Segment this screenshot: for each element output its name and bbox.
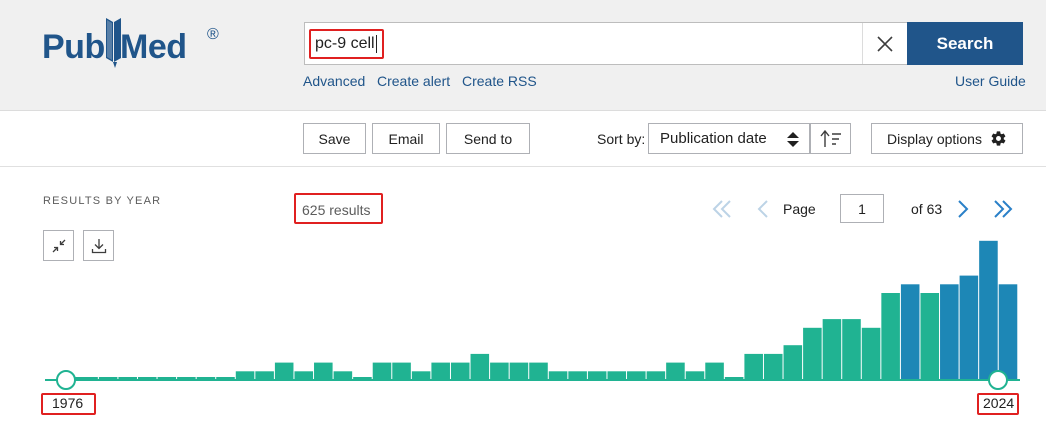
histogram-bar-2021[interactable] bbox=[940, 284, 959, 380]
histogram-bar-1994[interactable] bbox=[411, 371, 431, 380]
sort-by-label: Sort by: bbox=[597, 131, 646, 147]
sort-order-icon bbox=[819, 129, 841, 147]
histogram-bar-1993[interactable] bbox=[392, 362, 411, 380]
histogram-bar-1989[interactable] bbox=[314, 362, 333, 380]
clear-search-button[interactable] bbox=[862, 23, 906, 64]
logo-med-text: Med bbox=[120, 28, 187, 66]
histogram-bar-1988[interactable] bbox=[294, 371, 314, 380]
timeline-start-handle[interactable] bbox=[56, 370, 76, 390]
chevron-right-icon bbox=[958, 200, 969, 218]
sort-by-value: Publication date bbox=[660, 130, 767, 147]
histogram-bar-1987[interactable] bbox=[274, 362, 294, 380]
histogram-bar-2015[interactable] bbox=[822, 319, 842, 380]
send-to-button[interactable]: Send to bbox=[446, 123, 530, 154]
page-label: Page bbox=[783, 201, 816, 217]
timeline-end-handle[interactable] bbox=[988, 370, 1008, 390]
histogram-bar-1995[interactable] bbox=[431, 362, 450, 380]
double-chevron-left-icon bbox=[712, 200, 731, 218]
histogram-bar-2023[interactable] bbox=[979, 240, 998, 380]
email-button[interactable]: Email bbox=[372, 123, 440, 154]
histogram-bar-2014[interactable] bbox=[803, 327, 822, 380]
save-button[interactable]: Save bbox=[303, 123, 366, 154]
histogram-bar-1985[interactable] bbox=[235, 371, 255, 380]
histogram-bar-2006[interactable] bbox=[646, 371, 666, 380]
histogram-bar-2018[interactable] bbox=[881, 293, 900, 380]
pubmed-logo[interactable]: Pub Med ® bbox=[40, 16, 230, 76]
results-by-year-heading: RESULTS BY YEAR bbox=[43, 195, 162, 207]
histogram-bar-2013[interactable] bbox=[783, 345, 803, 380]
close-icon bbox=[876, 35, 893, 52]
timeline-end-year: 2024 bbox=[983, 395, 1015, 411]
next-page-button[interactable] bbox=[950, 196, 976, 222]
double-chevron-right-icon bbox=[994, 200, 1013, 218]
histogram-bar-1997[interactable] bbox=[470, 353, 490, 380]
timeline-start-year: 1976 bbox=[52, 395, 84, 411]
histogram-bar-2008[interactable] bbox=[685, 371, 705, 380]
histogram-bar-2007[interactable] bbox=[666, 362, 685, 380]
create-alert-link[interactable]: Create alert bbox=[377, 73, 450, 89]
last-page-button[interactable] bbox=[990, 196, 1016, 222]
gear-icon bbox=[991, 131, 1006, 146]
histogram-bar-2020[interactable] bbox=[920, 293, 940, 380]
total-pages: of 63 bbox=[911, 201, 943, 217]
header: Pub Med ® Search Advanced Create alert C… bbox=[0, 0, 1046, 111]
previous-page-button[interactable] bbox=[750, 196, 776, 222]
first-page-button[interactable] bbox=[709, 196, 735, 222]
search-button[interactable]: Search bbox=[907, 22, 1023, 65]
histogram-bar-2012[interactable] bbox=[763, 353, 783, 380]
text-caret bbox=[376, 35, 377, 53]
results-by-year-histogram bbox=[45, 240, 1020, 390]
search-box[interactable] bbox=[304, 22, 908, 65]
page-number-input[interactable] bbox=[840, 194, 884, 223]
user-guide-link[interactable]: User Guide bbox=[955, 73, 1026, 89]
histogram-bar-2001[interactable] bbox=[548, 371, 568, 380]
chevron-left-icon bbox=[757, 200, 768, 218]
sort-order-button[interactable] bbox=[810, 123, 851, 154]
toolbar-divider bbox=[0, 166, 1046, 167]
histogram-bar-2022[interactable] bbox=[959, 275, 979, 380]
select-arrows-icon bbox=[787, 132, 799, 147]
histogram-bar-2016[interactable] bbox=[842, 319, 861, 380]
sort-by-select[interactable]: Publication date bbox=[648, 123, 810, 154]
histogram-bar-2017[interactable] bbox=[861, 327, 881, 380]
display-options-button[interactable]: Display options bbox=[871, 123, 1023, 154]
histogram-bar-1998[interactable] bbox=[490, 362, 509, 380]
histogram-bar-1996[interactable] bbox=[450, 362, 470, 380]
histogram-bar-1986[interactable] bbox=[255, 371, 274, 380]
histogram-bar-2024[interactable] bbox=[998, 284, 1018, 380]
logo-pub-text: Pub bbox=[42, 28, 105, 66]
histogram-bar-2011[interactable] bbox=[744, 353, 763, 380]
histogram-bar-2019[interactable] bbox=[900, 284, 920, 380]
histogram-bar-1999[interactable] bbox=[509, 362, 529, 380]
histogram-bar-2003[interactable] bbox=[587, 371, 607, 380]
display-options-label: Display options bbox=[887, 130, 982, 147]
histogram-bar-2000[interactable] bbox=[529, 362, 548, 380]
histogram-bar-2005[interactable] bbox=[627, 371, 646, 380]
histogram-bar-2004[interactable] bbox=[607, 371, 627, 380]
search-input[interactable] bbox=[315, 32, 855, 56]
results-count: 625 results bbox=[302, 202, 371, 218]
histogram-bar-1990[interactable] bbox=[333, 371, 353, 380]
advanced-link[interactable]: Advanced bbox=[303, 73, 365, 89]
histogram-bar-2002[interactable] bbox=[568, 371, 587, 380]
create-rss-link[interactable]: Create RSS bbox=[462, 73, 537, 89]
histogram-bar-1992[interactable] bbox=[372, 362, 392, 380]
registered-mark: ® bbox=[207, 26, 219, 43]
histogram-bar-2009[interactable] bbox=[705, 362, 724, 380]
